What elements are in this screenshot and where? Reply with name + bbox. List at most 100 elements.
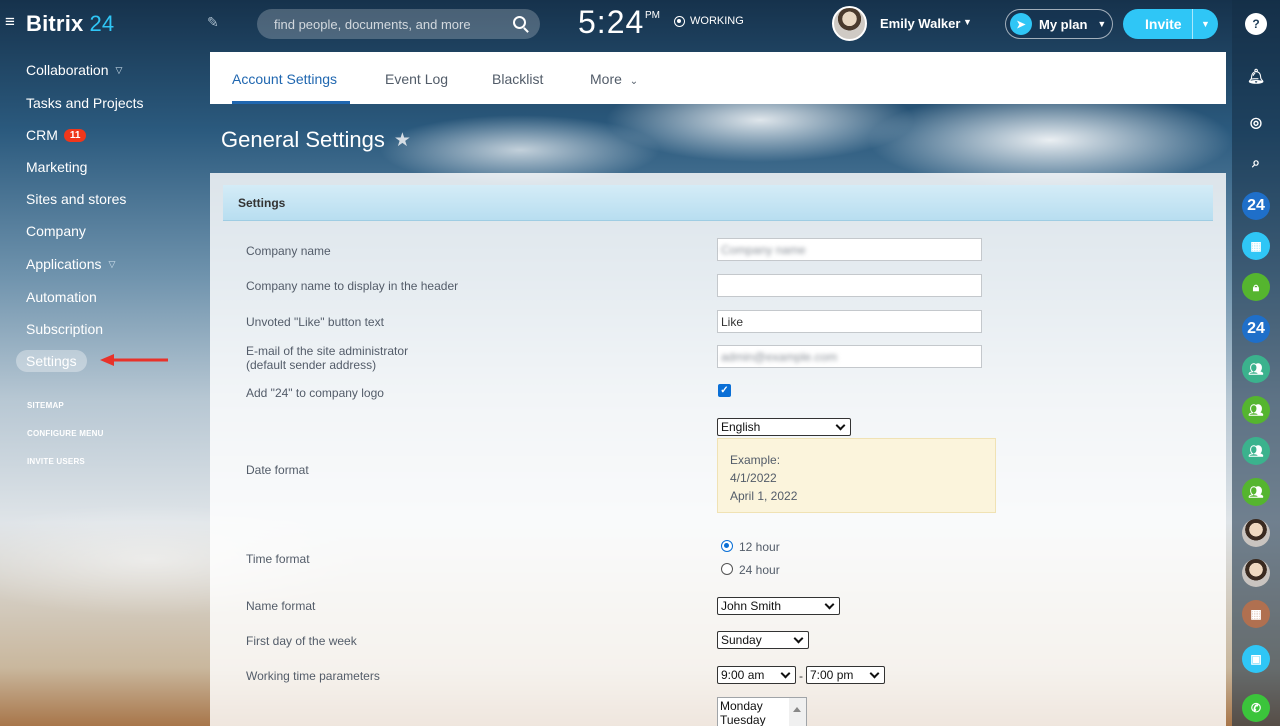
tab-blacklist[interactable]: Blacklist <box>492 71 543 87</box>
chevron-down-icon <box>835 420 846 430</box>
tabs-bar: Account Settings Event Log Blacklist Mor… <box>210 52 1226 104</box>
weekend-days-listbox[interactable]: Monday Tuesday <box>717 697 807 726</box>
name-format-select[interactable]: John Smith <box>717 597 840 615</box>
admin-email-label: E-mail of the site administrator (defaul… <box>246 344 408 372</box>
work-end-select[interactable]: 7:00 pm <box>806 666 885 684</box>
sidebar-item-label: Marketing <box>26 159 88 175</box>
date-format-select[interactable]: English <box>717 418 851 436</box>
avatar[interactable] <box>832 6 867 41</box>
example-title: Example: <box>730 453 781 467</box>
top-bar: ≡ Bitrix24 ✎ 5:24 PM WORKING Emily Walke… <box>0 0 1232 50</box>
like-text-field[interactable]: Like <box>717 310 982 333</box>
menu-icon[interactable]: ≡ <box>5 13 19 30</box>
chevron-down-icon[interactable]: ▼ <box>963 17 972 27</box>
clock-ampm: PM <box>645 10 660 21</box>
time-12h-radio[interactable] <box>721 540 733 552</box>
document-icon[interactable]: ▣ <box>1242 645 1270 673</box>
admin-email-field[interactable]: admin@example.com <box>717 345 982 368</box>
sidebar-item-settings[interactable]: Settings <box>26 353 77 369</box>
group-chat-icon[interactable]: 👥︎ <box>1242 355 1270 383</box>
group-chat-icon[interactable]: 👥︎ <box>1242 478 1270 506</box>
lock-icon[interactable]: 🔒︎ <box>1242 273 1270 301</box>
work-start-select[interactable]: 9:00 am <box>717 666 796 684</box>
chat-icon[interactable]: ◎ <box>1242 108 1270 136</box>
chevron-down-icon <box>793 633 804 643</box>
bitrix24-icon[interactable]: 24 <box>1242 315 1270 343</box>
company-name-field[interactable]: Company name <box>717 238 982 261</box>
sidebar-item-sites[interactable]: Sites and stores <box>26 191 126 207</box>
logo-number: 24 <box>89 11 115 36</box>
sidebar-item-tasks[interactable]: Tasks and Projects <box>26 95 144 111</box>
sidebar-item-label: Company <box>26 223 86 239</box>
time-range-dash: - <box>799 669 803 683</box>
logo24-label: Add "24" to company logo <box>246 386 384 400</box>
logo[interactable]: Bitrix 24 <box>26 11 114 37</box>
my-plan-button[interactable]: ➤ My plan ▼ <box>1005 9 1113 39</box>
logo24-checkbox[interactable]: ✓ <box>718 384 731 397</box>
time-format-label: Time format <box>246 552 310 566</box>
sidebar-item-subscription[interactable]: Subscription <box>26 321 103 337</box>
header-name-field[interactable] <box>717 274 982 297</box>
tab-more[interactable]: More ⌄ <box>590 71 638 87</box>
star-icon[interactable]: ★ <box>394 129 411 152</box>
sidebar-item-label: Applications <box>26 256 102 272</box>
chevron-down-icon[interactable]: ▼ <box>1192 9 1218 39</box>
bell-icon[interactable]: 🔔︎ <box>1242 62 1270 90</box>
avatar[interactable] <box>1242 519 1270 547</box>
calendar-icon[interactable]: ▦ <box>1242 600 1270 628</box>
example-long-date: April 1, 2022 <box>730 489 798 503</box>
company-name-label: Company name <box>246 244 331 258</box>
date-format-label: Date format <box>246 463 309 477</box>
counter-badge: 11 <box>63 128 87 142</box>
group-chat-icon[interactable]: 👥︎ <box>1242 437 1270 465</box>
chevron-down-icon <box>869 668 880 678</box>
user-name[interactable]: Emily Walker <box>880 16 960 31</box>
header-name-label: Company name to display in the header <box>246 279 459 293</box>
time-12h-label: 12 hour <box>739 540 780 554</box>
bitrix24-icon[interactable]: 24 <box>1242 192 1270 220</box>
sitemap-link[interactable]: SITEMAP <box>27 401 64 410</box>
first-day-select[interactable]: Sunday <box>717 631 809 649</box>
scrollbar[interactable] <box>789 698 806 726</box>
rocket-icon: ➤ <box>1010 13 1032 35</box>
search-input[interactable] <box>274 16 504 32</box>
working-time-label: Working time parameters <box>246 669 380 683</box>
invite-users-link[interactable]: INVITE USERS <box>27 457 85 466</box>
like-text-label: Unvoted "Like" button text <box>246 315 384 329</box>
help-icon[interactable]: ? <box>1245 13 1267 35</box>
working-status-label: WORKING <box>690 15 744 27</box>
first-day-value: Sunday <box>721 633 762 647</box>
search-bar[interactable] <box>257 9 540 39</box>
search-icon[interactable] <box>513 16 526 29</box>
phone-icon[interactable]: ✆ <box>1242 694 1270 722</box>
page-title: General Settings ★ <box>221 127 411 153</box>
time-24h-label: 24 hour <box>739 563 780 577</box>
clock: 5:24 <box>578 4 645 40</box>
configure-menu-link[interactable]: CONFIGURE MENU <box>27 429 104 438</box>
sidebar-item-automation[interactable]: Automation <box>26 289 97 305</box>
edit-icon[interactable]: ✎ <box>207 14 219 31</box>
avatar[interactable] <box>1242 559 1270 587</box>
active-tab-underline <box>232 101 350 104</box>
chevron-down-icon: ▼ <box>1097 19 1107 29</box>
sidebar-item-company[interactable]: Company <box>26 223 86 239</box>
date-example-box: Example: 4/1/2022 April 1, 2022 <box>717 438 996 513</box>
sidebar-item-collaboration[interactable]: Collaboration ▽ <box>26 62 122 78</box>
tab-account-settings[interactable]: Account Settings <box>232 71 337 87</box>
tab-event-log[interactable]: Event Log <box>385 71 448 87</box>
name-format-value: John Smith <box>721 599 782 613</box>
sidebar-item-marketing[interactable]: Marketing <box>26 159 87 175</box>
sidebar-item-crm[interactable]: CRM 11 <box>26 127 87 143</box>
admin-email-value: admin@example.com <box>721 350 838 364</box>
invite-button[interactable]: Invite ▼ <box>1123 9 1218 39</box>
calendar-icon[interactable]: ▦ <box>1242 232 1270 260</box>
settings-panel: Settings Company name Company name Compa… <box>210 173 1226 726</box>
chevron-down-icon: ⌄ <box>629 76 639 87</box>
chevron-down-icon: ▽ <box>108 258 116 269</box>
group-chat-icon[interactable]: 👥︎ <box>1242 396 1270 424</box>
admin-email-label-line2: (default sender address) <box>246 358 377 372</box>
working-status[interactable]: WORKING <box>674 15 744 27</box>
sidebar-item-applications[interactable]: Applications ▽ <box>26 256 115 272</box>
time-24h-radio[interactable] <box>721 563 733 575</box>
search-icon[interactable]: ⌕ <box>1242 148 1270 176</box>
